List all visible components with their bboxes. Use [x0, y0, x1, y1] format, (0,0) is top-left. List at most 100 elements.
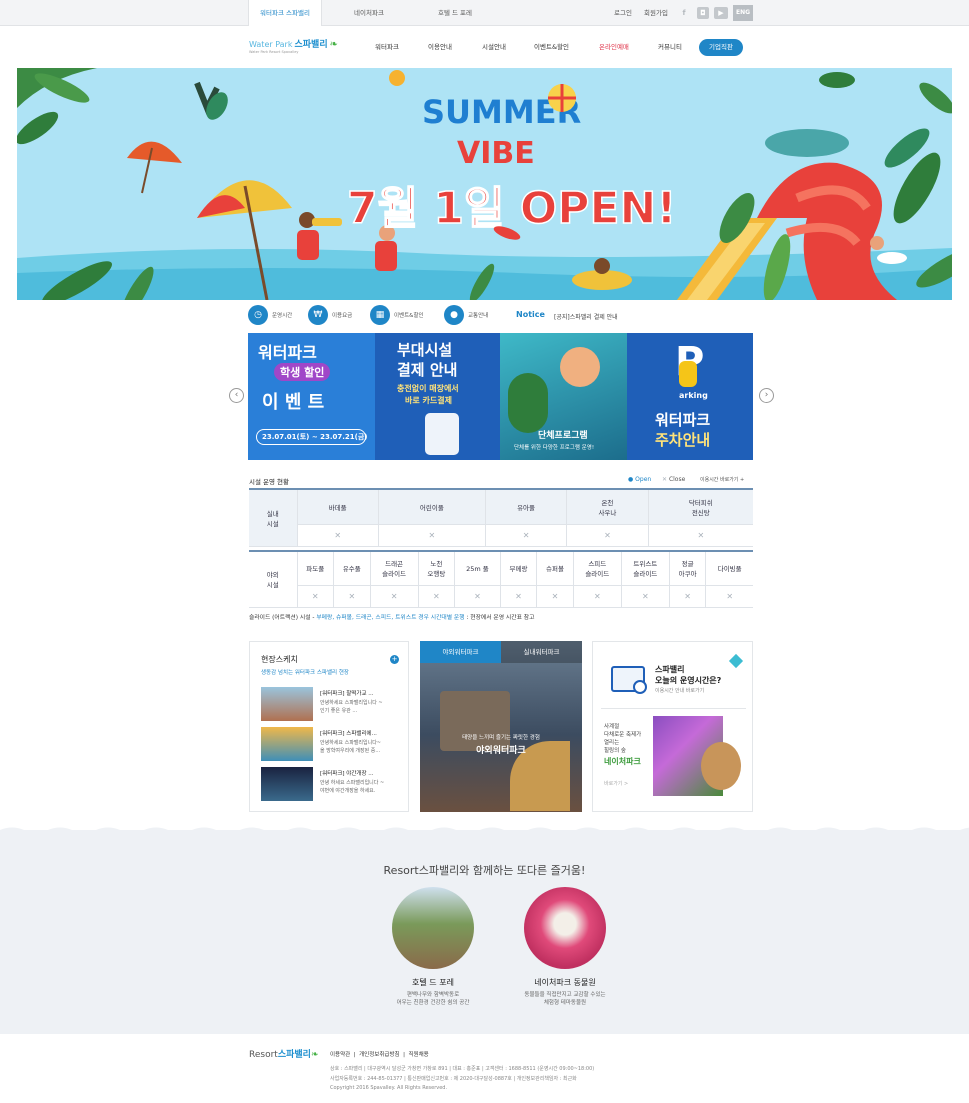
video-title: 야외워터파크 — [476, 746, 526, 756]
menu-events[interactable]: 이벤트&할인 — [534, 26, 569, 68]
slide-schedule-note: 슬라이드 (어트랙션) 시설 - 부메랑, 슈퍼볼, 드래곤, 스피드, 트위스… — [249, 615, 535, 621]
menu-community[interactable]: 커뮤니티 — [658, 26, 682, 68]
join-link[interactable]: 회원가입 — [644, 0, 668, 26]
indoor-col: 어린이풀 — [378, 490, 486, 525]
slide-group-program[interactable]: 단체프로그램 단체를 위한 다양한 프로그램 운영! — [500, 333, 627, 460]
menu-waterpark[interactable]: 워터파크 — [375, 26, 399, 68]
facebook-icon[interactable]: f — [678, 7, 690, 19]
slide-parking[interactable]: P arking 워터파크 주차안내 — [627, 333, 753, 460]
list-item[interactable]: [워터파크] 야간개장 ... 안녕 하세요 스파밸리입니다 ~ 야번에 야간개… — [261, 767, 411, 803]
list-item[interactable]: [워터파크] 찰떡가교 ... 안녕하세요 스파밸리입니다 ~ 인기 좋은 유관… — [261, 687, 411, 723]
indoor-col: 바데풀 — [297, 490, 379, 525]
fun-title: Resort스파밸리와 함께하는 또다른 즐거움! — [383, 864, 586, 877]
hero-title-open: 7월 1일 OPEN! — [347, 183, 676, 234]
hours-panel: 스파밸리 오늘의 운영시간은? 이용시간 안내 바로가기 사계절 다채로운 축제… — [592, 641, 753, 812]
instagram-icon[interactable]: ◘ — [697, 7, 709, 19]
outdoor-col: 슈퍼볼 — [536, 552, 574, 586]
notice-link[interactable]: [공지]스파밸리 결제 안내 — [554, 312, 618, 321]
corporate-sales-button[interactable]: 기업직판 — [699, 39, 743, 56]
status-cell: ✕ — [536, 585, 574, 608]
youtube-icon[interactable]: ▶ — [714, 7, 728, 19]
hours-guide-link[interactable]: 이용시간 안내 바로가기 — [655, 687, 704, 694]
animal-photo — [701, 742, 741, 790]
slide-student-discount[interactable]: 워터파크 학생 할인 이 벤 트 23.07.01(토) ~ 23.07.21(… — [248, 333, 375, 460]
status-cell: ✕ — [485, 524, 568, 547]
status-cell: ✕ — [454, 585, 501, 608]
indoor-col: 닥터피쉬 전신탕 — [648, 490, 753, 525]
leaf-icon: ❧ — [329, 39, 338, 50]
sketch-title: 현장스케치 — [261, 655, 298, 664]
nature-park-title: 네이처파크 — [604, 757, 641, 766]
hero-illustration: SUMMER VIBE 7월 1일 OPEN! — [17, 68, 952, 300]
swimmer-illustration — [560, 347, 600, 387]
outdoor-col: 25m 풀 — [454, 552, 501, 586]
clock-icon — [633, 680, 647, 694]
status-cell: ✕ — [297, 524, 379, 547]
status-cell: ✕ — [378, 524, 486, 547]
leaf-icon: ❧ — [310, 1050, 319, 1060]
site-logo[interactable]: Water Park 스파밸리 ❧ Water Park Resort Spaval… — [249, 37, 338, 54]
outdoor-col: 노천 오행탕 — [418, 552, 456, 586]
facility-status-title: 시설 운영 현황 — [249, 478, 290, 486]
login-link[interactable]: 로그인 — [614, 0, 632, 26]
status-cell: ✕ — [500, 585, 538, 608]
site-tab-naturepark[interactable]: 네이처파크 — [332, 0, 406, 26]
menu-facilities[interactable]: 시설안내 — [482, 26, 506, 68]
footer-logo: Resort스파밸리❧ — [249, 1050, 319, 1060]
hero-banner[interactable]: SUMMER VIBE 7월 1일 OPEN! — [17, 68, 952, 300]
slider-next-button[interactable]: › — [759, 388, 774, 403]
zoo-title[interactable]: 네이처파크 동물원 — [495, 977, 635, 988]
site-tab-waterpark[interactable]: 워터파크 스파밸리 — [248, 0, 322, 27]
indoor-label: 실내 시설 — [249, 490, 298, 547]
list-item[interactable]: [워터파크] 스파밸리에... 안녕하세요 스파밸리입니다~ 올 방학여우리에 … — [261, 727, 411, 763]
hotel-photo[interactable] — [392, 887, 474, 969]
status-cell: ✕ — [621, 585, 670, 608]
hotel-title[interactable]: 호텔 드 포레 — [363, 977, 503, 988]
indoor-facility-table: 실내 시설 바데풀 어린이풀 유아풀 온천 사우나 닥터피쉬 전신탕 ✕ ✕ ✕… — [249, 488, 753, 547]
tab-outdoor-waterpark[interactable]: 야외워터파크 — [420, 641, 501, 663]
recruit-link[interactable]: 직원채용 — [408, 1052, 428, 1058]
outdoor-facility-table: 야외 시설 파도풀 유수풀 드래곤 슬라이드 노천 오행탕 25m 풀 부메랑 … — [249, 550, 753, 608]
footer-info: 사업자등록번호 : 244-85-01377 | 통신판매업신고번호 : 제 2… — [330, 1076, 577, 1082]
plus-icon[interactable]: + — [390, 655, 399, 664]
status-cell: ✕ — [705, 585, 753, 608]
sketch-thumb — [261, 687, 313, 721]
outdoor-col: 스피드 슬라이드 — [573, 552, 622, 586]
video-caption: 태양을 느끼며 즐기는 짜릿한 경험 — [462, 735, 540, 741]
zoo-photo[interactable] — [524, 887, 606, 969]
hero-title-vibe: VIBE — [457, 136, 535, 171]
legend-open: ● Open — [628, 476, 652, 483]
outdoor-col: 다이빙풀 — [705, 552, 753, 586]
status-cell: ✕ — [418, 585, 456, 608]
indoor-col: 유아풀 — [485, 490, 568, 525]
menu-guide[interactable]: 이용안내 — [428, 26, 452, 68]
status-cell: ✕ — [648, 524, 753, 547]
terms-link[interactable]: 이용약관 — [330, 1052, 350, 1058]
outdoor-col: 부메랑 — [500, 552, 538, 586]
indoor-col: 온천 사우나 — [566, 490, 649, 525]
status-cell: ✕ — [370, 585, 419, 608]
waterpark-video-panel[interactable]: 야외워터파크 실내워터파크 태양을 느끼며 즐기는 짜릿한 경험 야외워터파크 — [420, 641, 582, 812]
tab-indoor-waterpark[interactable]: 실내워터파크 — [501, 641, 582, 663]
map-pin-icon: ● — [444, 305, 464, 325]
sketch-subtitle: 생동감 넘치는 워터파크 스파밸리 현장 — [261, 670, 349, 676]
slide-payment-guide[interactable]: 부대시설 결제 안내 충전없이 매장에서 바로 카드결제 — [375, 333, 500, 460]
outdoor-label: 야외 시설 — [249, 552, 298, 608]
hours-shortcut-link[interactable]: 이용시간 바로가기 + — [700, 476, 744, 483]
status-cell: ✕ — [669, 585, 707, 608]
nature-park-link[interactable]: 바로가기 > — [604, 780, 628, 787]
language-eng-button[interactable]: ENG — [733, 5, 753, 21]
outdoor-col: 드래곤 슬라이드 — [370, 552, 419, 586]
slider-prev-button[interactable]: ‹ — [229, 388, 244, 403]
hours-question[interactable]: 오늘의 운영시간은? — [655, 675, 721, 686]
sketch-thumb — [261, 767, 313, 801]
outdoor-col: 파도풀 — [297, 552, 335, 586]
status-cell: ✕ — [566, 524, 649, 547]
promo-slider: 워터파크 학생 할인 이 벤 트 23.07.01(토) ~ 23.07.21(… — [248, 333, 753, 460]
menu-online-booking[interactable]: 온라인예매 — [599, 26, 629, 68]
utility-bar: 워터파크 스파밸리 네이처파크 호텔 드 포레 로그인 회원가입 f ◘ ▶ E… — [0, 0, 969, 27]
site-tab-hotel[interactable]: 호텔 드 포레 — [418, 0, 492, 26]
notice-label: Notice — [516, 310, 545, 319]
privacy-link[interactable]: 개인정보취급방침 — [359, 1052, 399, 1058]
copyright: Copyright 2016 Spavalley. All Rights Res… — [330, 1085, 448, 1091]
